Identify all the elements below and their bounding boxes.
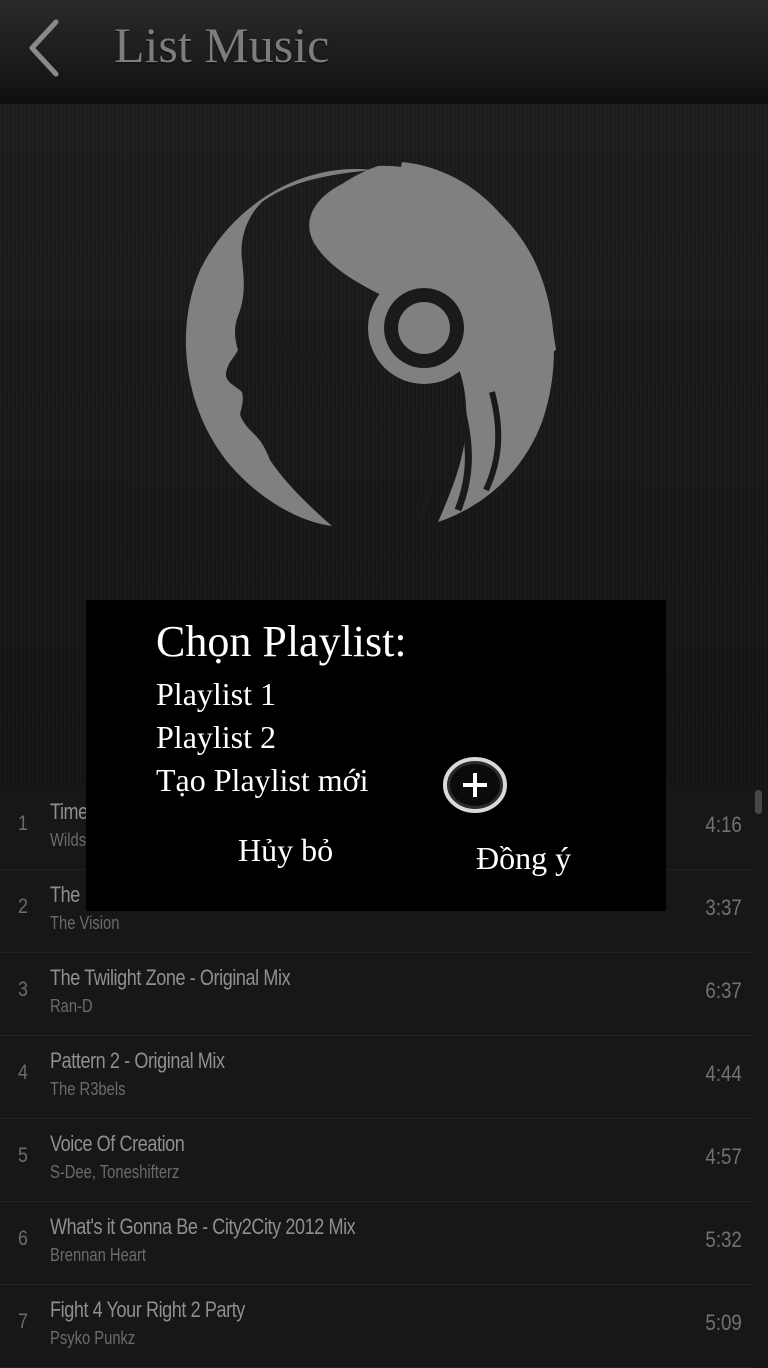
track-duration: 5:32 bbox=[705, 1227, 742, 1252]
playlist-dialog: Chọn Playlist: Playlist 1 Playlist 2 Tạo… bbox=[86, 600, 666, 911]
dialog-title: Chọn Playlist: bbox=[156, 617, 407, 666]
track-title: Pattern 2 - Original Mix bbox=[50, 1048, 225, 1073]
plus-circle-icon bbox=[443, 757, 507, 813]
track-number: 7 bbox=[18, 1310, 28, 1333]
track-number: 4 bbox=[18, 1061, 28, 1084]
track-number: 2 bbox=[18, 895, 28, 918]
track-number: 6 bbox=[18, 1227, 28, 1250]
track-artist: Psyko Punkz bbox=[50, 1328, 136, 1348]
chevron-left-icon bbox=[29, 19, 59, 77]
track-title: Fight 4 Your Right 2 Party bbox=[50, 1297, 245, 1322]
track-row[interactable]: 7 Fight 4 Your Right 2 Party Psyko Punkz… bbox=[0, 1284, 752, 1368]
track-artist: The Vision bbox=[50, 913, 120, 933]
page-title: List Music bbox=[114, 17, 330, 73]
playlist-option-1[interactable]: Playlist 1 bbox=[156, 676, 276, 713]
track-title: What's it Gonna Be - City2City 2012 Mix bbox=[50, 1214, 356, 1239]
track-row[interactable]: 6 What's it Gonna Be - City2City 2012 Mi… bbox=[0, 1201, 752, 1285]
track-number: 3 bbox=[18, 978, 28, 1001]
add-playlist-button[interactable] bbox=[442, 756, 508, 814]
track-artist: Ran-D bbox=[50, 996, 93, 1016]
create-playlist-option[interactable]: Tạo Playlist mới bbox=[156, 762, 368, 799]
track-row[interactable]: 4 Pattern 2 - Original Mix The R3bels 4:… bbox=[0, 1035, 752, 1119]
track-duration: 5:09 bbox=[705, 1310, 742, 1335]
track-artist: S-Dee, Toneshifterz bbox=[50, 1162, 180, 1182]
track-number: 5 bbox=[18, 1144, 28, 1167]
back-button[interactable] bbox=[22, 16, 66, 80]
track-number: 1 bbox=[18, 812, 28, 835]
track-duration: 3:37 bbox=[705, 895, 742, 920]
cancel-button[interactable]: Hủy bỏ bbox=[238, 832, 333, 869]
playlist-option-2[interactable]: Playlist 2 bbox=[156, 719, 276, 756]
track-title: The Twilight Zone - Original Mix bbox=[50, 965, 291, 990]
track-duration: 4:44 bbox=[705, 1061, 742, 1086]
track-row[interactable]: 5 Voice Of Creation S-Dee, Toneshifterz … bbox=[0, 1118, 752, 1202]
app-header: List Music bbox=[0, 0, 768, 104]
track-title: Voice Of Creation bbox=[50, 1131, 185, 1156]
headphones-woman-icon bbox=[185, 162, 556, 526]
track-artist: Brennan Heart bbox=[50, 1245, 147, 1265]
confirm-button[interactable]: Đồng ý bbox=[476, 840, 571, 877]
track-title: Time bbox=[50, 799, 88, 824]
track-row[interactable]: 3 The Twilight Zone - Original Mix Ran-D… bbox=[0, 952, 752, 1036]
track-duration: 4:16 bbox=[705, 812, 742, 837]
scrollbar[interactable] bbox=[755, 790, 762, 814]
track-duration: 4:57 bbox=[705, 1144, 742, 1169]
track-duration: 6:37 bbox=[705, 978, 742, 1003]
track-artist: The R3bels bbox=[50, 1079, 126, 1099]
track-artist: Wildst bbox=[50, 830, 91, 850]
